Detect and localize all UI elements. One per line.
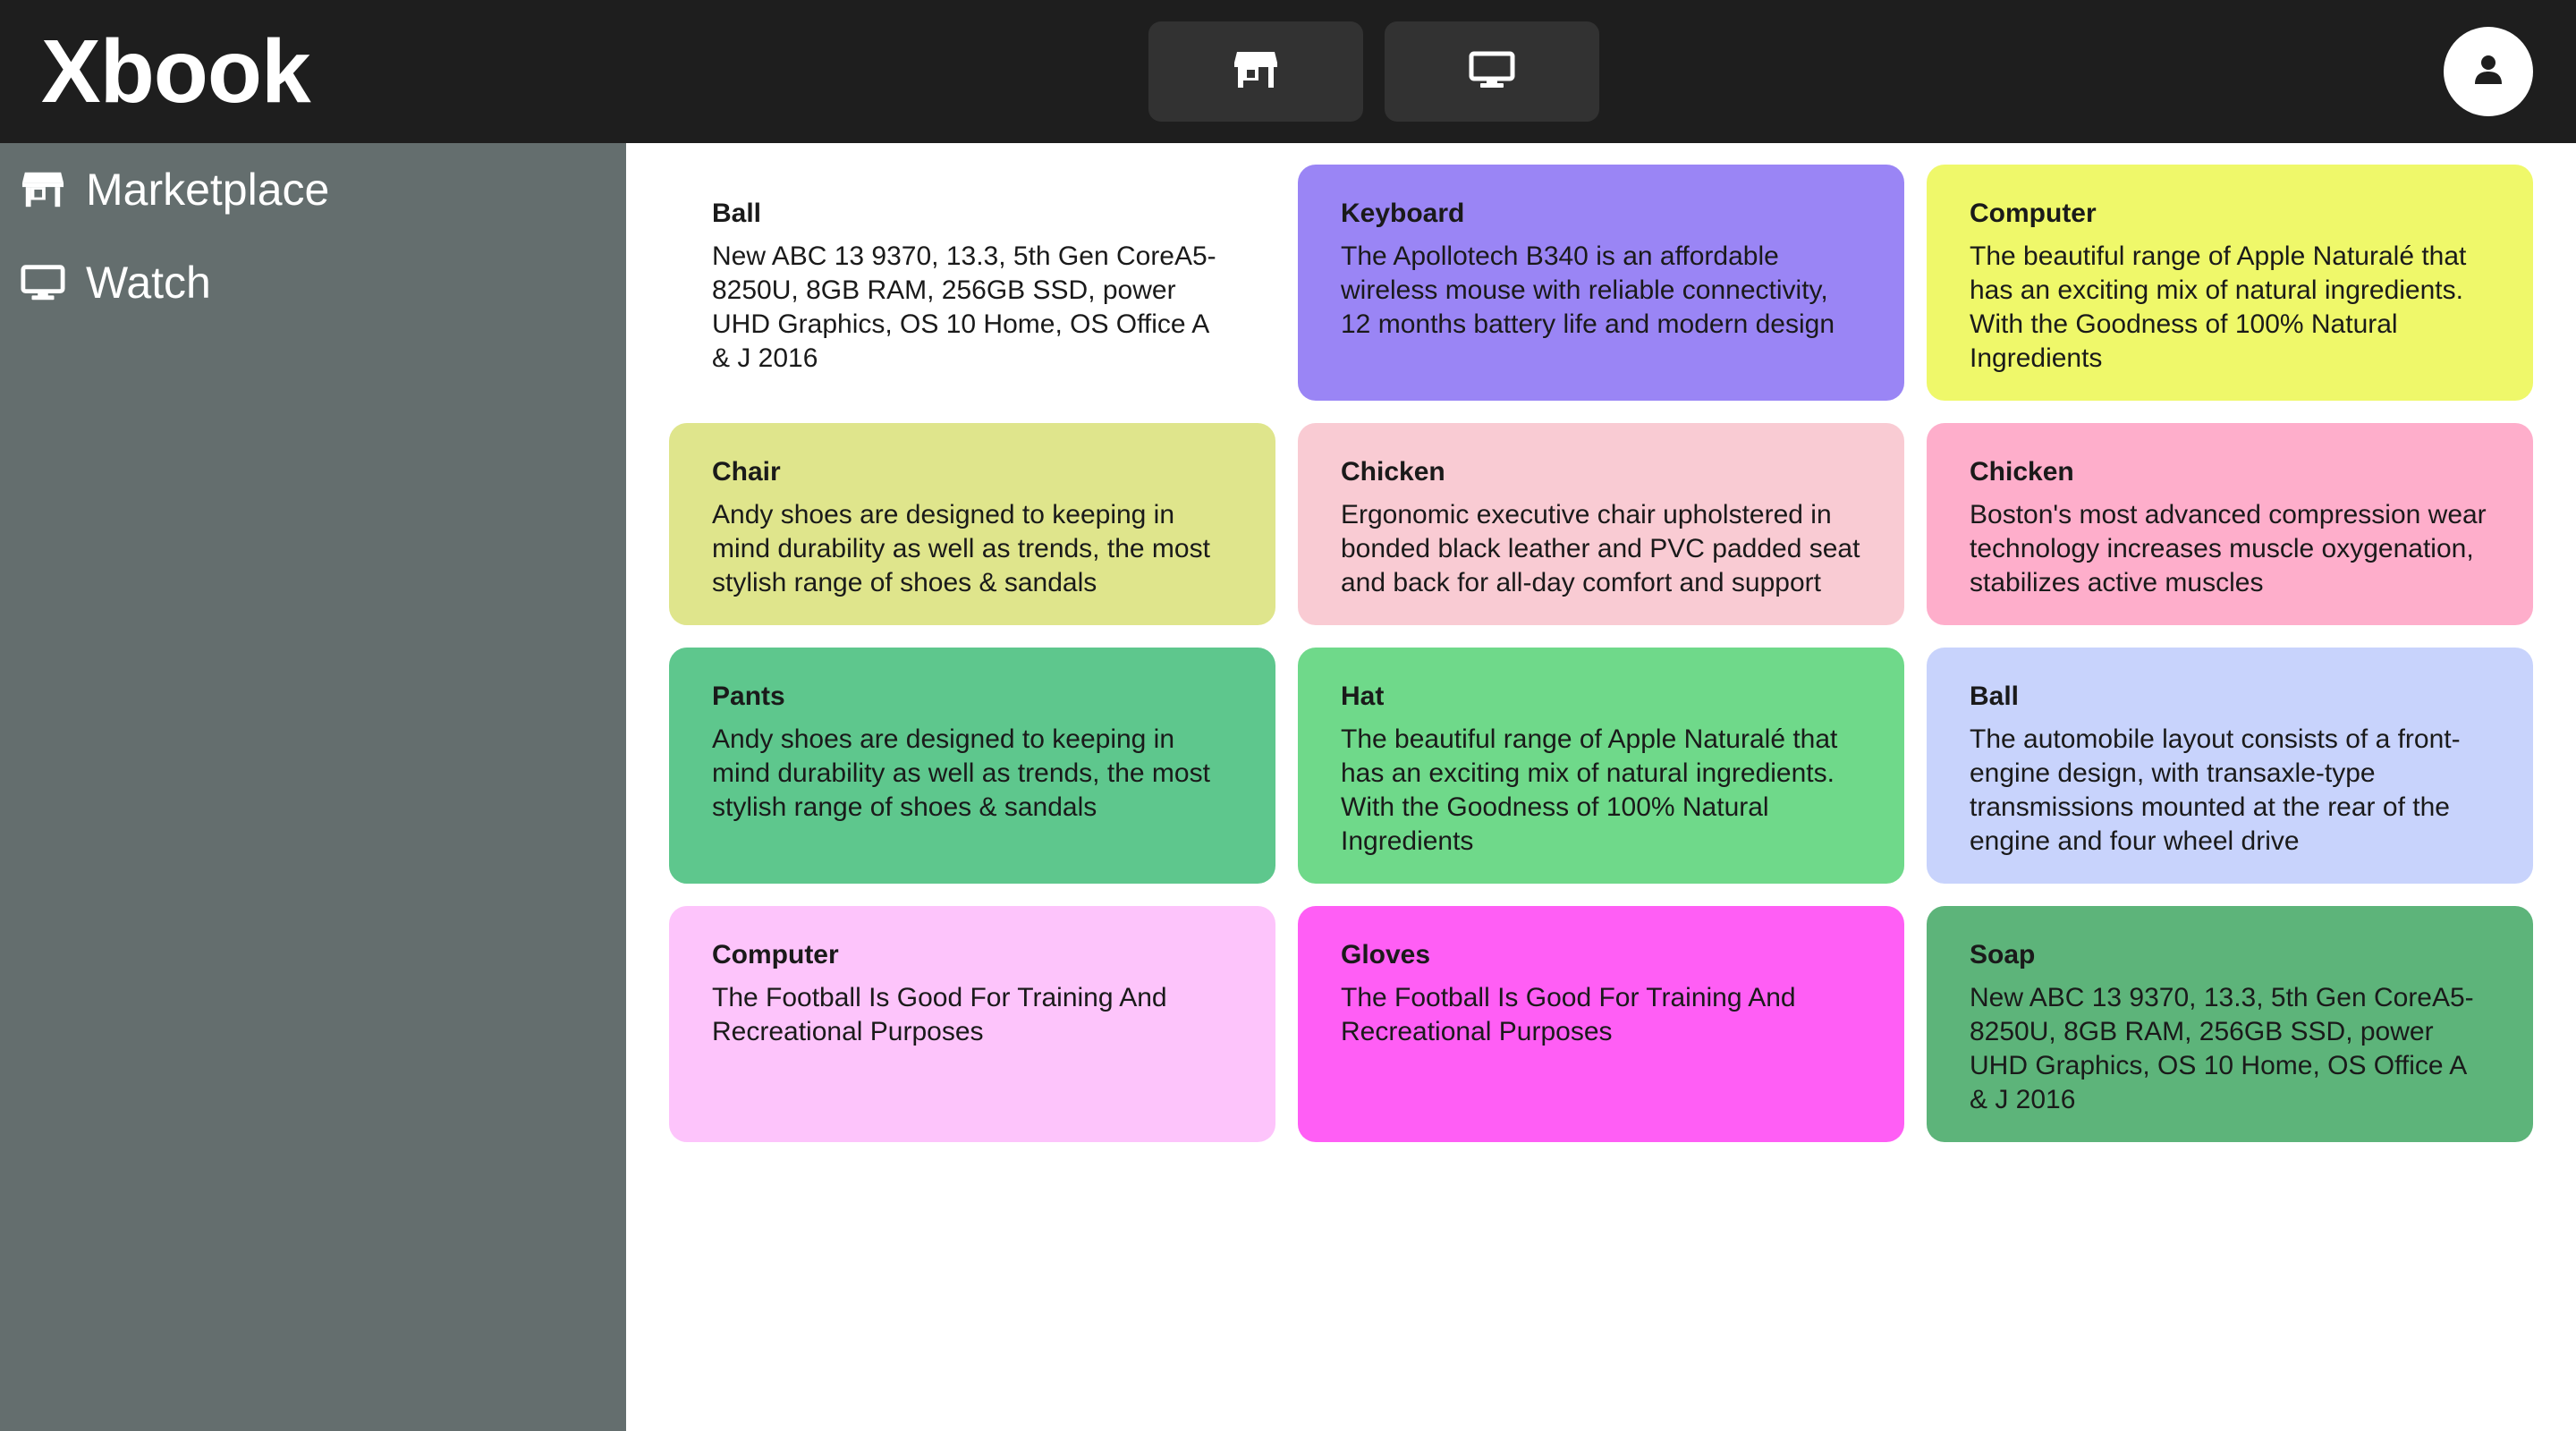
product-description: The automobile layout consists of a fron… [1970, 724, 2461, 856]
product-card[interactable]: Pants Andy shoes are designed to keeping… [669, 648, 1275, 884]
product-title: Computer [712, 940, 839, 970]
product-title: Pants [712, 682, 785, 711]
brand-logo[interactable]: Xbook [41, 20, 311, 123]
product-card[interactable]: Ball New ABC 13 9370, 13.3, 5th Gen Core… [669, 165, 1275, 401]
sidebar-item-watch[interactable]: Watch [20, 247, 211, 318]
monitor-icon [20, 259, 66, 306]
product-description: Andy shoes are designed to keeping in mi… [712, 500, 1210, 597]
product-description: The Football Is Good For Training And Re… [1341, 983, 1796, 1046]
product-title: Chicken [1970, 457, 2074, 487]
product-description: New ABC 13 9370, 13.3, 5th Gen CoreA5-82… [1970, 983, 2474, 1114]
user-icon [2473, 54, 2504, 90]
product-description: The beautiful range of Apple Naturalé th… [1970, 241, 2467, 373]
main-content: Ball New ABC 13 9370, 13.3, 5th Gen Core… [626, 143, 2576, 1431]
product-title: Gloves [1341, 940, 1431, 970]
store-icon [20, 166, 66, 213]
top-bar: Xbook [0, 0, 2576, 143]
product-card[interactable]: Computer The beautiful range of Apple Na… [1927, 165, 2533, 401]
product-card[interactable]: Chicken Ergonomic executive chair uphols… [1298, 423, 1904, 625]
product-title: Computer [1970, 199, 2097, 228]
product-title: Ball [712, 199, 762, 228]
product-grid: Ball New ABC 13 9370, 13.3, 5th Gen Core… [669, 165, 2533, 1142]
sidebar-item-label: Marketplace [86, 165, 330, 215]
sidebar-item-label: Watch [86, 258, 211, 308]
product-card[interactable]: Ball The automobile layout consists of a… [1927, 648, 2533, 884]
product-title: Ball [1970, 682, 2020, 711]
product-card[interactable]: Hat The beautiful range of Apple Natural… [1298, 648, 1904, 884]
store-icon [1233, 50, 1278, 94]
product-card[interactable]: Keyboard The Apollotech B340 is an affor… [1298, 165, 1904, 401]
product-description: Ergonomic executive chair upholstered in… [1341, 500, 1860, 597]
nav-marketplace-button[interactable] [1148, 21, 1363, 122]
product-card[interactable]: Gloves The Football Is Good For Training… [1298, 906, 1904, 1142]
monitor-icon [1469, 51, 1515, 93]
product-title: Chicken [1341, 457, 1445, 487]
sidebar-item-marketplace[interactable]: Marketplace [20, 154, 329, 225]
product-description: Andy shoes are designed to keeping in mi… [712, 724, 1210, 822]
product-description: The beautiful range of Apple Naturalé th… [1341, 724, 1838, 856]
product-description: The Football Is Good For Training And Re… [712, 983, 1167, 1046]
sidebar: Marketplace Watch [0, 143, 626, 1431]
nav-watch-button[interactable] [1385, 21, 1599, 122]
product-title: Keyboard [1341, 199, 1465, 228]
product-card[interactable]: Soap New ABC 13 9370, 13.3, 5th Gen Core… [1927, 906, 2533, 1142]
product-description: Boston's most advanced compression wear … [1970, 500, 2487, 597]
product-card[interactable]: Chicken Boston's most advanced compressi… [1927, 423, 2533, 625]
product-title: Hat [1341, 682, 1385, 711]
product-title: Soap [1970, 940, 2036, 970]
user-avatar-button[interactable] [2444, 27, 2533, 116]
product-description: The Apollotech B340 is an affordable wir… [1341, 241, 1835, 339]
product-card[interactable]: Computer The Football Is Good For Traini… [669, 906, 1275, 1142]
product-title: Chair [712, 457, 781, 487]
product-description: New ABC 13 9370, 13.3, 5th Gen CoreA5-82… [712, 241, 1216, 373]
product-card[interactable]: Chair Andy shoes are designed to keeping… [669, 423, 1275, 625]
